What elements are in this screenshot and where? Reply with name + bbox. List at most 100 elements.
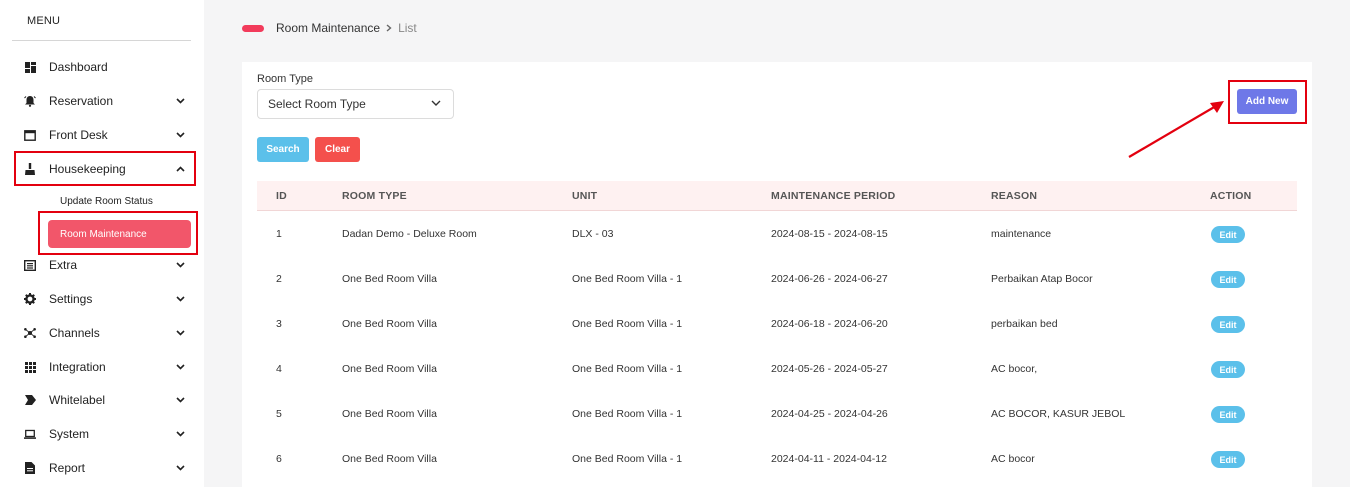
- chevron-down-icon: [175, 260, 185, 270]
- cell-unit: DLX - 03: [572, 228, 614, 240]
- column-header-reason: REASON: [991, 190, 1038, 202]
- cell-room-type: Dadan Demo - Deluxe Room: [342, 228, 477, 240]
- chevron-down-icon: [175, 96, 185, 106]
- cell-id: 6: [276, 453, 282, 465]
- breadcrumb: Room Maintenance List: [276, 21, 417, 35]
- cell-period: 2024-06-18 - 2024-06-20: [771, 318, 888, 330]
- gear-icon: [24, 293, 36, 305]
- cell-period: 2024-05-26 - 2024-05-27: [771, 363, 888, 375]
- chevron-down-icon: [175, 395, 185, 405]
- column-header-action: ACTION: [1210, 190, 1252, 202]
- cell-period: 2024-08-15 - 2024-08-15: [771, 228, 888, 240]
- sidebar-item-label: Dashboard: [49, 60, 108, 74]
- cell-room-type: One Bed Room Villa: [342, 273, 437, 285]
- room-type-select[interactable]: Select Room Type: [257, 89, 454, 119]
- edit-button[interactable]: Edit: [1211, 271, 1245, 288]
- sidebar-item-system[interactable]: System: [12, 418, 194, 450]
- chevron-down-icon: [175, 130, 185, 140]
- cell-reason: perbaikan bed: [991, 318, 1058, 330]
- sidebar-item-extra[interactable]: Extra: [12, 249, 194, 281]
- cell-room-type: One Bed Room Villa: [342, 318, 437, 330]
- sidebar-item-settings[interactable]: Settings: [12, 283, 194, 315]
- cell-reason: AC bocor,: [991, 363, 1038, 375]
- sidebar-item-label: Reservation: [49, 94, 114, 108]
- cell-reason: Perbaikan Atap Bocor: [991, 273, 1093, 285]
- cell-unit: One Bed Room Villa - 1: [572, 318, 683, 330]
- cell-reason: maintenance: [991, 228, 1052, 240]
- sidebar-item-label: Housekeeping: [49, 162, 126, 176]
- submenu-room-maintenance[interactable]: Room Maintenance: [48, 220, 191, 248]
- sidebar-item-channels[interactable]: Channels: [12, 317, 194, 349]
- chevron-down-icon: [175, 294, 185, 304]
- cell-unit: One Bed Room Villa - 1: [572, 408, 683, 420]
- cell-id: 5: [276, 408, 282, 420]
- column-header-unit: UNIT: [572, 190, 598, 202]
- grid-icon: [24, 361, 36, 373]
- search-button[interactable]: Search: [257, 137, 309, 162]
- clear-button[interactable]: Clear: [315, 137, 360, 162]
- cell-id: 2: [276, 273, 282, 285]
- sidebar-item-whitelabel[interactable]: Whitelabel: [12, 384, 194, 416]
- window-icon: [24, 129, 36, 141]
- broom-icon: [24, 163, 36, 175]
- sidebar-item-label: Front Desk: [49, 128, 108, 142]
- network-icon: [24, 327, 36, 339]
- chevron-right-icon: [386, 24, 392, 32]
- chevron-down-icon: [175, 362, 185, 372]
- cell-unit: One Bed Room Villa - 1: [572, 363, 683, 375]
- room-type-label: Room Type: [257, 73, 314, 85]
- chevron-up-icon: [175, 164, 185, 174]
- edit-button[interactable]: Edit: [1211, 316, 1245, 333]
- column-header-id: ID: [276, 190, 287, 202]
- tag-icon: [24, 394, 36, 406]
- list-icon: [24, 259, 36, 271]
- cell-room-type: One Bed Room Villa: [342, 363, 437, 375]
- annotation-arrow: [1128, 101, 1224, 158]
- cell-room-type: One Bed Room Villa: [342, 453, 437, 465]
- sidebar-item-label: System: [49, 427, 90, 441]
- cell-unit: One Bed Room Villa - 1: [572, 453, 683, 465]
- chevron-down-icon: [431, 100, 441, 107]
- submenu-update-room-status[interactable]: Update Room Status: [60, 196, 153, 207]
- menu-title: MENU: [27, 15, 61, 27]
- file-icon: [24, 462, 36, 474]
- cell-period: 2024-04-25 - 2024-04-26: [771, 408, 888, 420]
- add-new-button[interactable]: Add New: [1237, 89, 1297, 114]
- menu-divider: [12, 40, 191, 41]
- edit-button[interactable]: Edit: [1211, 361, 1245, 378]
- cell-id: 4: [276, 363, 282, 375]
- cell-room-type: One Bed Room Villa: [342, 408, 437, 420]
- cell-id: 1: [276, 228, 282, 240]
- edit-button[interactable]: Edit: [1211, 406, 1245, 423]
- sidebar-item-report[interactable]: Report: [12, 452, 194, 484]
- sidebar-item-label: Extra: [49, 258, 78, 272]
- cell-reason: AC BOCOR, KASUR JEBOL: [991, 408, 1126, 420]
- sidebar-item-reservation[interactable]: Reservation: [12, 85, 194, 117]
- sidebar-item-label: Report: [49, 461, 86, 475]
- sidebar-item-integration[interactable]: Integration: [12, 351, 194, 383]
- column-header-maintenance-period: MAINTENANCE PERIOD: [771, 190, 896, 202]
- breadcrumb-section[interactable]: Room Maintenance: [276, 21, 380, 35]
- column-header-room-type: ROOM TYPE: [342, 190, 407, 202]
- sidebar-item-dashboard[interactable]: Dashboard: [12, 51, 194, 83]
- bell-icon: [24, 95, 36, 107]
- laptop-icon: [24, 428, 36, 440]
- dashboard-icon: [24, 61, 36, 73]
- chevron-down-icon: [175, 328, 185, 338]
- sidebar-item-label: Integration: [49, 360, 106, 374]
- chevron-down-icon: [175, 463, 185, 473]
- edit-button[interactable]: Edit: [1211, 451, 1245, 468]
- cell-id: 3: [276, 318, 282, 330]
- sidebar-item-label: Settings: [49, 292, 93, 306]
- sidebar-item-label: Channels: [49, 326, 100, 340]
- edit-button[interactable]: Edit: [1211, 226, 1245, 243]
- sidebar: MENU Dashboard Reservation Front Desk Ho…: [0, 0, 204, 487]
- breadcrumb-current: List: [398, 21, 417, 35]
- sidebar-item-label: Whitelabel: [49, 393, 106, 407]
- cell-unit: One Bed Room Villa - 1: [572, 273, 683, 285]
- sidebar-item-housekeeping[interactable]: Housekeeping: [12, 153, 194, 185]
- cell-period: 2024-04-11 - 2024-04-12: [771, 453, 887, 465]
- chevron-down-icon: [175, 429, 185, 439]
- cell-reason: AC bocor: [991, 453, 1035, 465]
- sidebar-item-front-desk[interactable]: Front Desk: [12, 119, 194, 151]
